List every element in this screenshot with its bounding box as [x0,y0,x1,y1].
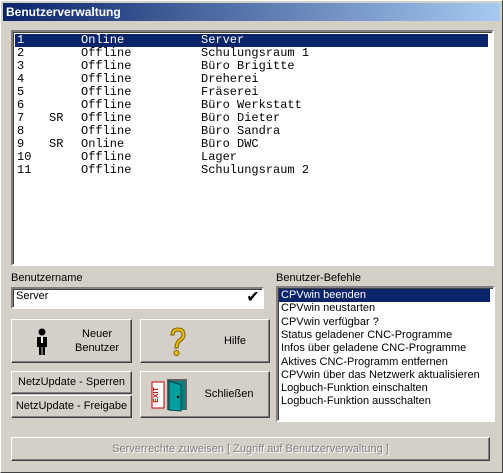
help-button[interactable]: Hilfe [140,319,270,363]
netupdate-lock-button[interactable]: NetzUpdate - Sperren [11,371,132,394]
user-number: 11 [17,163,32,177]
user-row[interactable]: 11 Offline Schulungsraum 2 [15,164,488,177]
exit-door-icon: EXIT [151,379,187,412]
username-label: Benutzername [11,272,83,284]
commands-list[interactable]: CPVwin beenden CPVwin neustarten CPVwin ve… [276,286,495,422]
person-icon [37,328,47,355]
netupdate-release-button[interactable]: NetzUpdate - Freigabe [11,395,132,418]
checkmark-icon[interactable]: ✔ [244,289,262,307]
user-name: Schulungsraum 2 [201,163,310,177]
command-item[interactable]: Status geladener CNC-Programme [279,329,490,342]
assign-server-rights-button[interactable]: Serverrechte zuweisen [ Zugriff auf Benu… [11,437,490,461]
command-item[interactable]: Infos über geladene CNC-Programme [279,342,490,355]
user-flag: SR [49,111,64,125]
close-label: Schließen [204,388,254,400]
command-item[interactable]: Logbuch-Funktion ausschalten [279,395,490,408]
new-user-label: Neuer Benutzer [74,328,120,354]
title-bar[interactable]: Benutzerverwaltung [3,3,500,21]
command-item[interactable]: CPVwin über das Netzwerk aktualisieren [279,369,490,382]
command-item[interactable]: Aktives CNC-Programm entfernen [279,356,490,369]
assign-server-rights-label: Serverrechte zuweisen [ Zugriff auf Benu… [112,443,389,455]
command-item[interactable]: Logbuch-Funktion einschalten [279,382,490,395]
close-button[interactable]: EXIT Schließen [140,371,270,418]
window-title: Benutzerverwaltung [6,5,121,19]
new-user-button[interactable]: Neuer Benutzer [11,319,132,363]
commands-label: Benutzer-Befehle [276,272,361,284]
user-status: Offline [81,163,132,177]
command-item[interactable]: CPVwin verfügbar ? [279,316,490,329]
user-flag: SR [49,137,64,151]
command-item[interactable]: CPVwin beenden [279,289,490,302]
username-field[interactable]: Server ✔ [11,287,264,309]
user-list[interactable]: 1 Online Server 2 Offline Schulungsraum 1 3 Off… [11,30,494,266]
user-management-window: Benutzerverwaltung 1 Online Server 2 Offline… [0,0,503,473]
username-value: Server [16,290,49,302]
command-item[interactable]: CPVwin neustarten [279,302,490,315]
help-label: Hilfe [223,335,246,347]
question-mark-icon [170,327,186,356]
netupdate-lock-label: NetzUpdate - Sperren [18,376,125,388]
netupdate-release-label: NetzUpdate - Freigabe [15,400,128,412]
exit-sign-text: EXIT [153,386,160,402]
